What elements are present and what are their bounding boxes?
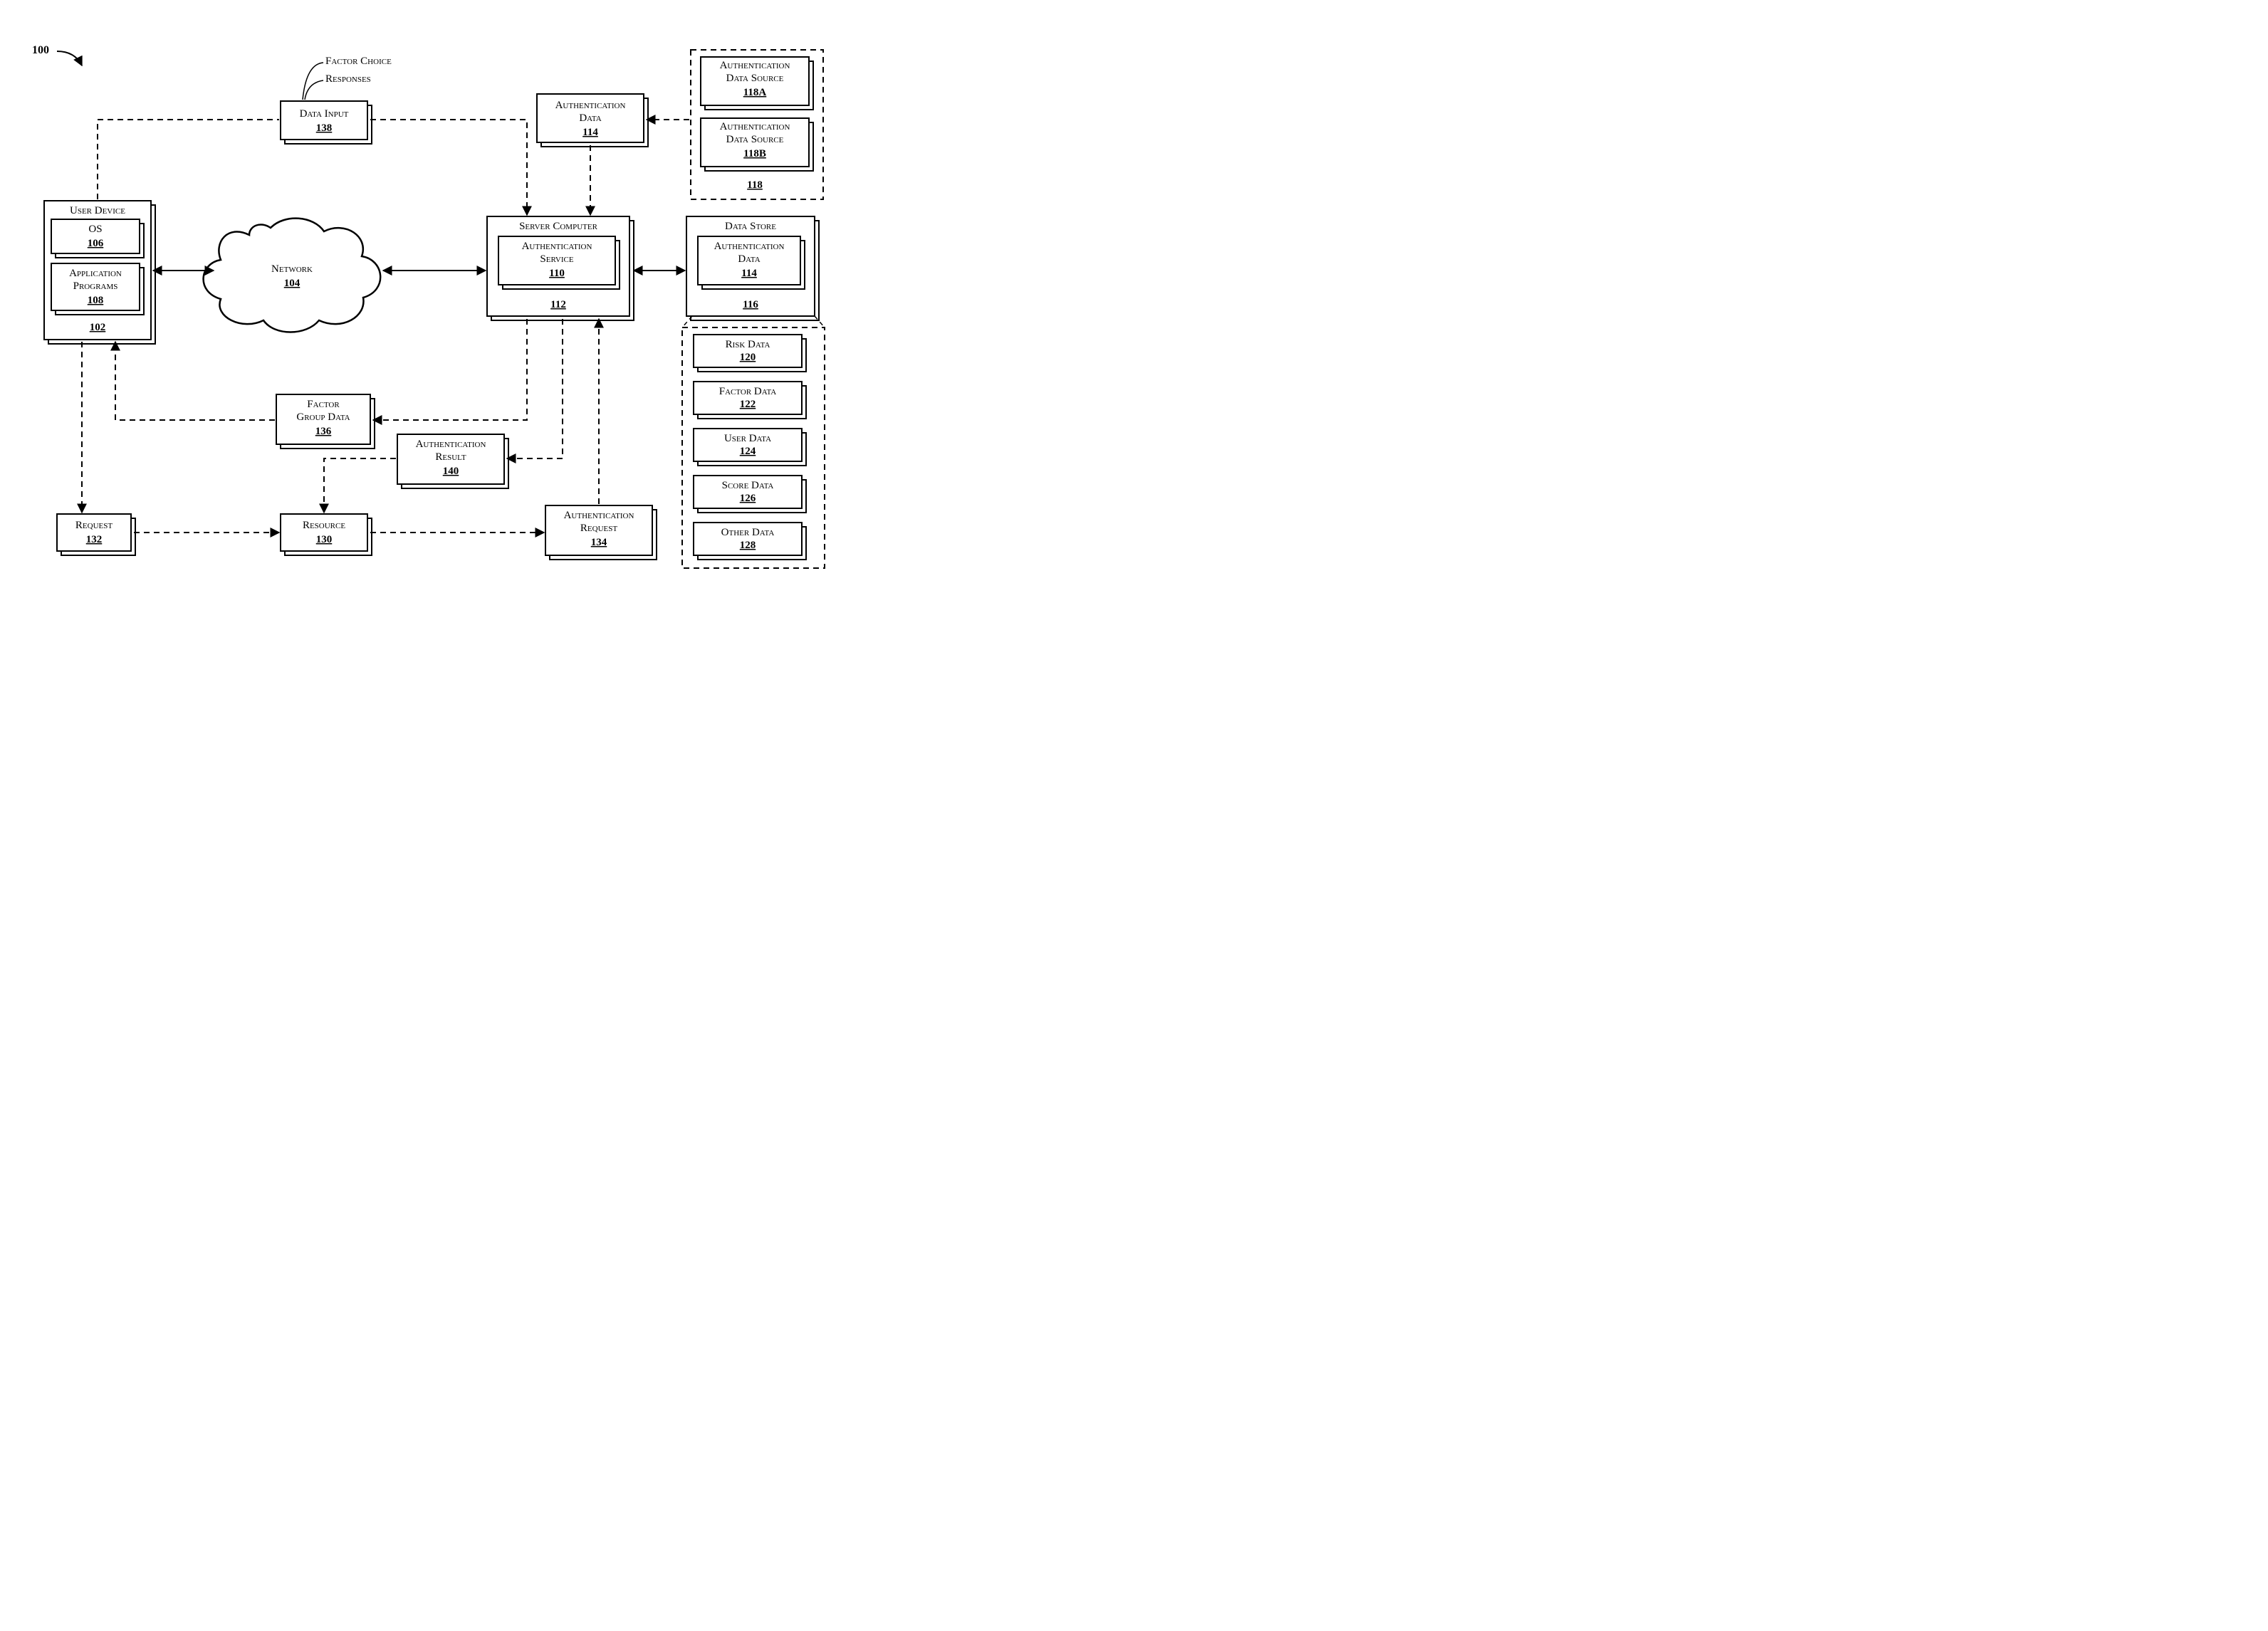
block-os: OS 106 (51, 219, 144, 258)
block-other-data: Other Data 128 (694, 523, 806, 560)
figure-pointer (57, 51, 82, 65)
block-user-data: User Data 124 (694, 429, 806, 466)
edge-authresult-resource (324, 458, 396, 513)
os-title: OS (88, 224, 102, 235)
block-data-store: Data Store Authentication Data 114 116 (686, 216, 819, 320)
block-server-computer: Server Computer Authentication Service 1… (487, 216, 634, 320)
auth-src-b-t2: Data Source (726, 134, 784, 145)
block-auth-result: Authentication Result 140 (397, 434, 508, 488)
label-factor-choice: Factor Choice (325, 56, 392, 67)
block-app-programs: Application Programs 108 (51, 263, 144, 315)
auth-src-b-t1: Authentication (720, 121, 790, 132)
fgd-t1: Factor (307, 399, 340, 410)
label-responses: Responses (325, 73, 371, 85)
block-auth-src-a: Authentication Data Source 118A (701, 57, 813, 110)
block-factor-data: Factor Data 122 (694, 382, 806, 419)
fgd-ref: 136 (315, 426, 332, 437)
block-score-data: Score Data 126 (694, 476, 806, 513)
edge-datainput-server (370, 120, 527, 215)
block-data-categories: Risk Data 120 Factor Data 122 User Data … (682, 316, 825, 568)
block-resource: Resource 130 (281, 514, 372, 555)
request-title: Request (75, 520, 113, 531)
factor-data-title: Factor Data (719, 386, 777, 397)
risk-data-ref: 120 (740, 352, 756, 363)
block-request: Request 132 (57, 514, 135, 555)
auth-result-t2: Result (435, 451, 466, 463)
block-auth-service: Authentication Service 110 (498, 236, 620, 289)
block-auth-src-group: Authentication Data Source 118A Authenti… (691, 50, 823, 199)
edge-fgd-userdevice (115, 342, 275, 420)
app-programs-title-2: Programs (73, 280, 118, 292)
other-data-title: Other Data (721, 527, 775, 538)
data-store-title: Data Store (725, 221, 776, 232)
figure-number: 100 (32, 44, 49, 56)
block-network: Network 104 (204, 219, 381, 332)
server-computer-ref: 112 (550, 299, 566, 310)
resource-ref: 130 (316, 534, 333, 545)
auth-src-a-t1: Authentication (720, 60, 790, 71)
diagram: 100 Factor Choice Responses User Device … (0, 0, 855, 626)
block-factor-group-data: Factor Group Data 136 (276, 394, 375, 449)
user-device-ref: 102 (90, 322, 106, 333)
score-data-ref: 126 (740, 493, 756, 504)
auth-src-group-ref: 118 (747, 179, 763, 191)
block-risk-data: Risk Data 120 (694, 335, 806, 372)
network-title: Network (271, 263, 313, 275)
request-ref: 132 (86, 534, 103, 545)
fgd-t2: Group Data (296, 411, 350, 423)
score-data-title: Score Data (722, 480, 774, 491)
auth-service-t1: Authentication (522, 241, 592, 252)
user-data-title: User Data (724, 433, 771, 444)
block-user-device: User Device OS 106 Application Programs … (44, 201, 155, 344)
auth-result-ref: 140 (443, 466, 459, 477)
app-programs-ref: 108 (88, 295, 104, 306)
auth-request-t1: Authentication (564, 510, 634, 521)
auth-service-t2: Service (540, 253, 573, 265)
block-auth-src-b: Authentication Data Source 118B (701, 118, 813, 171)
resource-title: Resource (303, 520, 345, 531)
auth-result-t1: Authentication (416, 439, 486, 450)
auth-data-top-ref: 114 (582, 127, 598, 138)
server-computer-title: Server Computer (519, 221, 597, 232)
data-input-ref: 138 (316, 122, 333, 134)
app-programs-title-1: Application (69, 268, 122, 279)
auth-src-a-t2: Data Source (726, 73, 784, 84)
block-auth-request: Authentication Request 134 (545, 505, 657, 560)
user-device-title: User Device (70, 205, 125, 216)
factor-data-ref: 122 (740, 399, 756, 410)
block-auth-data-ds: Authentication Data 114 (698, 236, 805, 289)
risk-data-title: Risk Data (726, 339, 770, 350)
auth-data-ds-t1: Authentication (714, 241, 785, 252)
auth-data-ds-ref: 114 (741, 268, 757, 279)
auth-request-t2: Request (580, 523, 617, 534)
network-ref: 104 (284, 278, 301, 289)
user-data-ref: 124 (740, 446, 756, 457)
auth-data-top-t1: Authentication (555, 100, 626, 111)
leader-responses (305, 80, 323, 100)
block-auth-data-top: Authentication Data 114 (537, 94, 648, 147)
other-data-ref: 128 (740, 540, 756, 551)
auth-data-ds-t2: Data (738, 253, 760, 265)
edge-server-fgd (373, 319, 527, 420)
auth-request-ref: 134 (591, 537, 607, 548)
auth-service-ref: 110 (549, 268, 565, 279)
auth-src-a-ref: 118A (743, 87, 767, 98)
data-store-ref: 116 (743, 299, 758, 310)
block-data-input: Data Input 138 (281, 101, 372, 144)
auth-src-b-ref: 118B (743, 148, 766, 159)
os-ref: 106 (88, 238, 104, 249)
data-input-title: Data Input (300, 108, 349, 120)
edge-server-authresult (507, 319, 563, 458)
auth-data-top-t2: Data (579, 112, 601, 124)
edge-userdevice-datainput (98, 120, 279, 199)
